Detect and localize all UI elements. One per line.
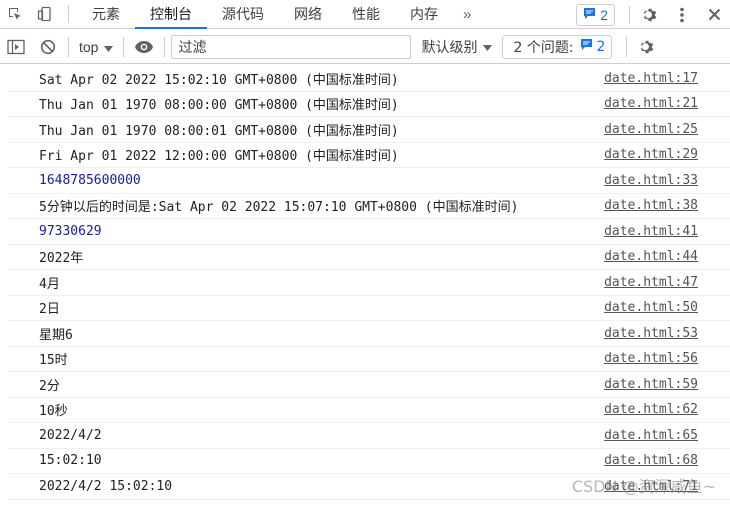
log-message: 星期6 — [39, 327, 73, 343]
log-message: 4月 — [39, 276, 60, 292]
log-source-link[interactable]: date.html:25 — [604, 122, 698, 137]
dropdown-arrow-icon — [104, 39, 114, 55]
log-levels-dropdown[interactable]: 默认级别 — [411, 37, 502, 57]
issues-label: 2 个问题: — [513, 39, 574, 56]
log-row: 97330629 date.html:41 — [8, 219, 730, 245]
log-source-link[interactable]: date.html:38 — [604, 198, 698, 213]
log-source-link[interactable]: date.html:33 — [604, 173, 698, 188]
issues-badge-count: 2 — [600, 6, 608, 23]
log-row: 5分钟以后的时间是:Sat Apr 02 2022 15:07:10 GMT+0… — [8, 194, 730, 219]
separator — [68, 36, 69, 57]
log-row: 2日 date.html:50 — [8, 296, 730, 321]
context-selector[interactable]: top — [73, 39, 119, 55]
log-row: 10秒 date.html:62 — [8, 398, 730, 423]
log-row: 15时 date.html:56 — [8, 347, 730, 372]
tab-memory[interactable]: 内存 — [395, 0, 453, 28]
log-source-link[interactable]: date.html:50 — [604, 300, 698, 315]
log-message: 2022/4/2 15:02:10 — [39, 478, 173, 494]
log-source-link[interactable]: date.html:68 — [604, 453, 698, 468]
log-source-link[interactable]: date.html:29 — [604, 147, 698, 162]
tab-sources[interactable]: 源代码 — [207, 0, 279, 28]
message-icon — [580, 38, 593, 55]
log-message: 97330629 — [39, 223, 102, 239]
log-message: Thu Jan 01 1970 08:00:01 GMT+0800 (中国标准时… — [39, 123, 399, 139]
issues-counter-button[interactable]: 2 个问题: 2 — [502, 34, 613, 59]
tab-network[interactable]: 网络 — [279, 0, 337, 28]
log-message: 1648785600000 — [39, 172, 141, 188]
issues-count: 2 — [580, 38, 606, 55]
log-message: 2022年 — [39, 251, 84, 267]
close-icon[interactable] — [698, 0, 730, 29]
settings-gear-icon[interactable] — [634, 0, 666, 29]
log-row: Fri Apr 01 2022 12:00:00 GMT+0800 (中国标准时… — [8, 143, 730, 168]
devtools-tab-bar: 元素 控制台 源代码 网络 性能 内存 » 2 — [0, 0, 730, 29]
log-row: Thu Jan 01 1970 08:00:00 GMT+0800 (中国标准时… — [8, 92, 730, 117]
log-message: 15:02:10 — [39, 453, 102, 469]
log-row: Sat Apr 02 2022 15:02:10 GMT+0800 (中国标准时… — [8, 66, 730, 92]
more-options-icon[interactable] — [666, 0, 698, 29]
log-row: 星期6 date.html:53 — [8, 321, 730, 347]
tab-separator — [68, 5, 69, 23]
log-message: Thu Jan 01 1970 08:00:00 GMT+0800 (中国标准时… — [39, 98, 399, 114]
message-icon — [583, 7, 596, 23]
tab-performance[interactable]: 性能 — [337, 0, 395, 28]
log-source-link[interactable]: date.html:44 — [604, 249, 698, 264]
log-source-link[interactable]: date.html:59 — [604, 377, 698, 392]
context-label: top — [79, 38, 99, 55]
log-source-link[interactable]: date.html:65 — [604, 428, 698, 443]
watermark: CSDN @资深咸鱼~ — [571, 477, 716, 496]
log-row: 2022年 date.html:44 — [8, 245, 730, 270]
log-row: Thu Jan 01 1970 08:00:01 GMT+0800 (中国标准时… — [8, 117, 730, 143]
tab-elements[interactable]: 元素 — [77, 0, 135, 28]
log-row: 2022/4/2 date.html:65 — [8, 423, 730, 449]
tab-console[interactable]: 控制台 — [135, 0, 207, 29]
log-row: 1648785600000 date.html:33 — [8, 168, 730, 194]
dropdown-arrow-icon — [483, 39, 493, 55]
log-message: Sat Apr 02 2022 15:02:10 GMT+0800 (中国标准时… — [39, 72, 399, 88]
tab-bar-actions: 2 — [576, 0, 730, 29]
log-message: 2日 — [39, 302, 60, 318]
console-settings-gear-icon[interactable] — [631, 32, 663, 62]
log-row: 15:02:10 date.html:68 — [8, 449, 730, 474]
log-row: 2分 date.html:59 — [8, 372, 730, 398]
separator — [629, 5, 630, 24]
inspect-element-icon[interactable] — [0, 0, 30, 28]
log-message: 15时 — [39, 353, 68, 369]
separator — [164, 36, 166, 57]
log-source-link[interactable]: date.html:47 — [604, 275, 698, 290]
issues-badge-button[interactable]: 2 — [576, 3, 615, 26]
log-source-link[interactable]: date.html:53 — [604, 326, 698, 341]
console-log-list: Sat Apr 02 2022 15:02:10 GMT+0800 (中国标准时… — [8, 66, 730, 500]
log-source-link[interactable]: date.html:17 — [604, 71, 698, 86]
log-message: Fri Apr 01 2022 12:00:00 GMT+0800 (中国标准时… — [39, 149, 399, 165]
log-row: 4月 date.html:47 — [8, 270, 730, 296]
live-expression-eye-icon[interactable] — [128, 32, 160, 62]
log-source-link[interactable]: date.html:56 — [604, 351, 698, 366]
show-sidebar-icon[interactable] — [0, 32, 32, 62]
filter-input[interactable]: 过滤 — [171, 34, 412, 59]
clear-console-icon[interactable] — [32, 32, 64, 62]
separator — [626, 36, 628, 57]
log-levels-label: 默认级别 — [421, 39, 478, 56]
log-source-link[interactable]: date.html:21 — [604, 96, 698, 111]
log-message: 5分钟以后的时间是:Sat Apr 02 2022 15:07:10 GMT+0… — [39, 200, 519, 216]
device-toolbar-icon[interactable] — [30, 0, 60, 28]
issues-count-value: 2 — [596, 38, 606, 55]
console-toolbar: top 过滤 默认级别 2 个问题: 2 — [0, 30, 730, 64]
more-tabs-button[interactable]: » — [453, 0, 481, 28]
log-source-link[interactable]: date.html:41 — [604, 224, 698, 239]
log-message: 10秒 — [39, 404, 68, 420]
separator — [123, 36, 125, 57]
log-source-link[interactable]: date.html:62 — [604, 402, 698, 417]
log-message: 2分 — [39, 378, 60, 394]
log-message: 2022/4/2 — [39, 427, 102, 443]
